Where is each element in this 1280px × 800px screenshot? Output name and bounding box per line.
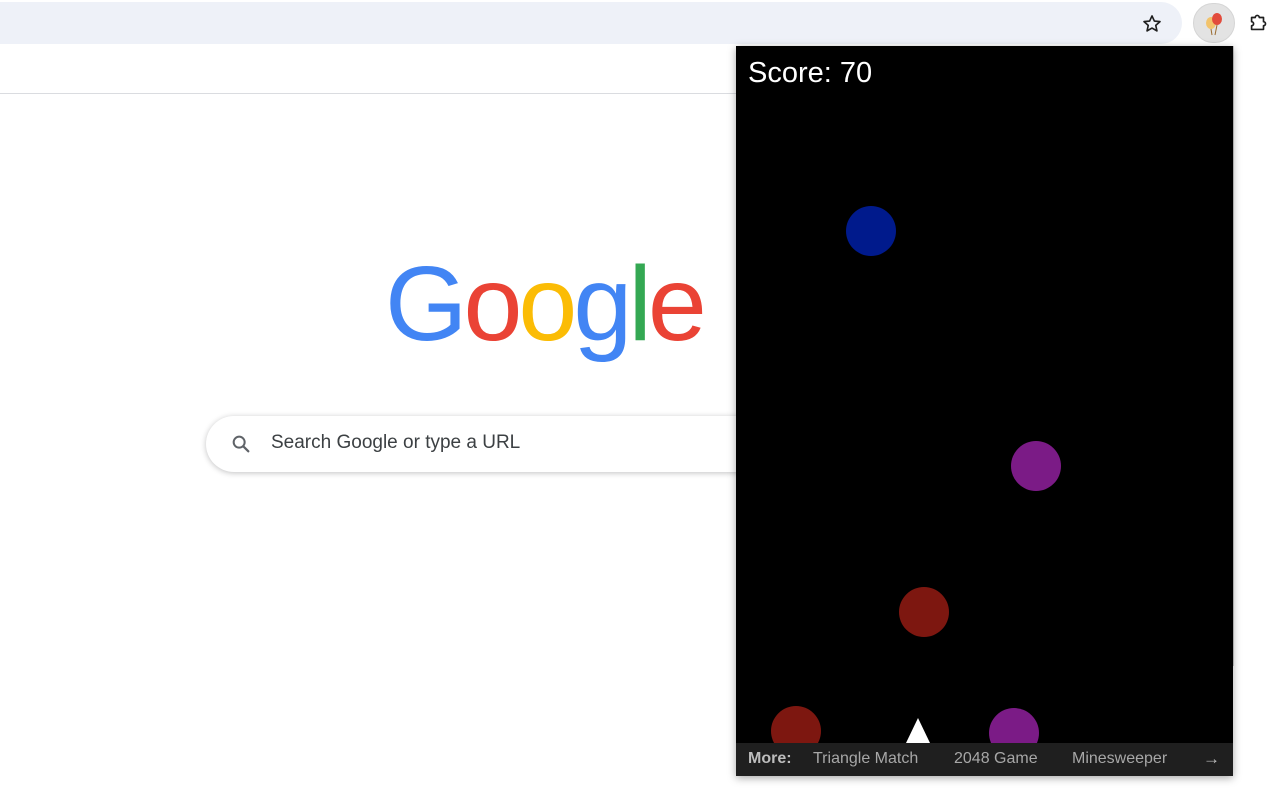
- more-label: More:: [748, 750, 792, 767]
- search-placeholder: Search Google or type a URL: [271, 432, 521, 453]
- svg-text:Google: Google: [385, 254, 703, 363]
- browser-toolbar: [0, 0, 1280, 46]
- ntp-divider: [0, 93, 736, 94]
- game-popup[interactable]: Score: 70 More: Triangle Match 2048 Game…: [736, 46, 1233, 776]
- puzzle-icon: [1250, 14, 1267, 31]
- ball-red: [899, 587, 949, 637]
- score-display: Score: 70: [748, 57, 873, 89]
- game-extension-button[interactable]: [1193, 3, 1235, 43]
- more-games-bar: More: Triangle Match 2048 Game Minesweep…: [736, 743, 1233, 776]
- logo-letter-1: G: [385, 254, 463, 363]
- balloons-icon: [1206, 13, 1222, 36]
- logo-letter-2: o: [463, 254, 518, 363]
- logo-letter-3: o: [518, 254, 573, 363]
- game-canvas[interactable]: [736, 46, 1233, 776]
- google-logo: Google: [385, 254, 707, 363]
- ball-blue: [846, 206, 896, 256]
- logo-letter-4: g: [573, 254, 628, 363]
- page-scroll-edge: [1233, 46, 1234, 666]
- bookmark-star-button[interactable]: [1136, 8, 1168, 40]
- search-box[interactable]: Search Google or type a URL: [206, 416, 826, 472]
- ball-purple: [1011, 441, 1061, 491]
- logo-letter-5: l: [628, 254, 648, 363]
- more-link-triangle-match[interactable]: Triangle Match: [813, 750, 918, 768]
- logo-letter-6: e: [648, 254, 703, 363]
- more-link-2048-game[interactable]: 2048 Game: [954, 750, 1038, 768]
- player-triangle: [906, 718, 930, 743]
- more-link-minesweeper[interactable]: Minesweeper: [1072, 750, 1167, 768]
- extensions-button[interactable]: [1240, 5, 1276, 41]
- search-icon: [232, 435, 250, 453]
- star-icon: [1143, 15, 1161, 32]
- address-bar[interactable]: [0, 2, 1182, 44]
- next-arrow-icon[interactable]: →: [1203, 749, 1220, 769]
